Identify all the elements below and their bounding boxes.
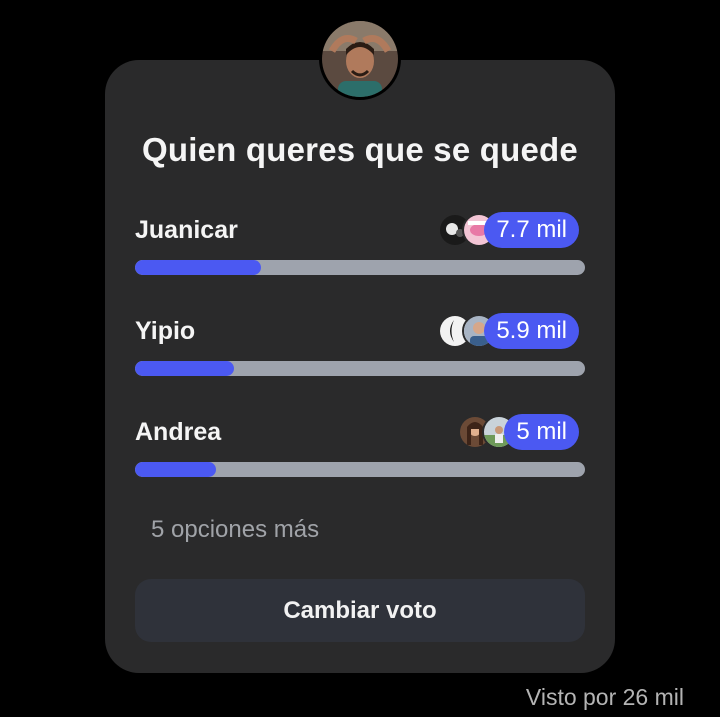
option-votes: 7.7 mil bbox=[438, 212, 579, 248]
poll-option-juanicar[interactable]: Juanicar 7.7 mil bbox=[135, 212, 585, 292]
option-votes: 5.9 mil bbox=[438, 313, 579, 349]
progress-fill bbox=[135, 462, 216, 477]
host-avatar[interactable] bbox=[319, 18, 401, 100]
vote-count-badge: 5.9 mil bbox=[484, 313, 579, 349]
option-votes: 5 mil bbox=[458, 414, 579, 450]
progress-track bbox=[135, 361, 585, 376]
option-label: Juanicar bbox=[135, 216, 238, 244]
vote-count-badge: 7.7 mil bbox=[484, 212, 579, 248]
progress-track bbox=[135, 462, 585, 477]
seen-by-count[interactable]: Visto por 26 mil bbox=[526, 684, 684, 711]
progress-fill bbox=[135, 260, 261, 275]
option-label: Yipio bbox=[135, 317, 196, 345]
more-options-link[interactable]: 5 opciones más bbox=[151, 516, 319, 544]
poll-option-yipio[interactable]: Yipio 5.9 mil bbox=[135, 313, 585, 393]
vote-count-badge: 5 mil bbox=[504, 414, 579, 450]
progress-track bbox=[135, 260, 585, 275]
change-vote-button[interactable]: Cambiar voto bbox=[135, 579, 585, 642]
story-poll-screen: Quien queres que se quede Juanicar 7.7 m… bbox=[0, 0, 720, 717]
progress-fill bbox=[135, 361, 234, 376]
option-label: Andrea bbox=[135, 418, 222, 446]
host-avatar-image bbox=[322, 21, 398, 97]
poll-option-andrea[interactable]: Andrea 5 mil bbox=[135, 414, 585, 494]
poll-title: Quien queres que se quede bbox=[142, 131, 578, 168]
